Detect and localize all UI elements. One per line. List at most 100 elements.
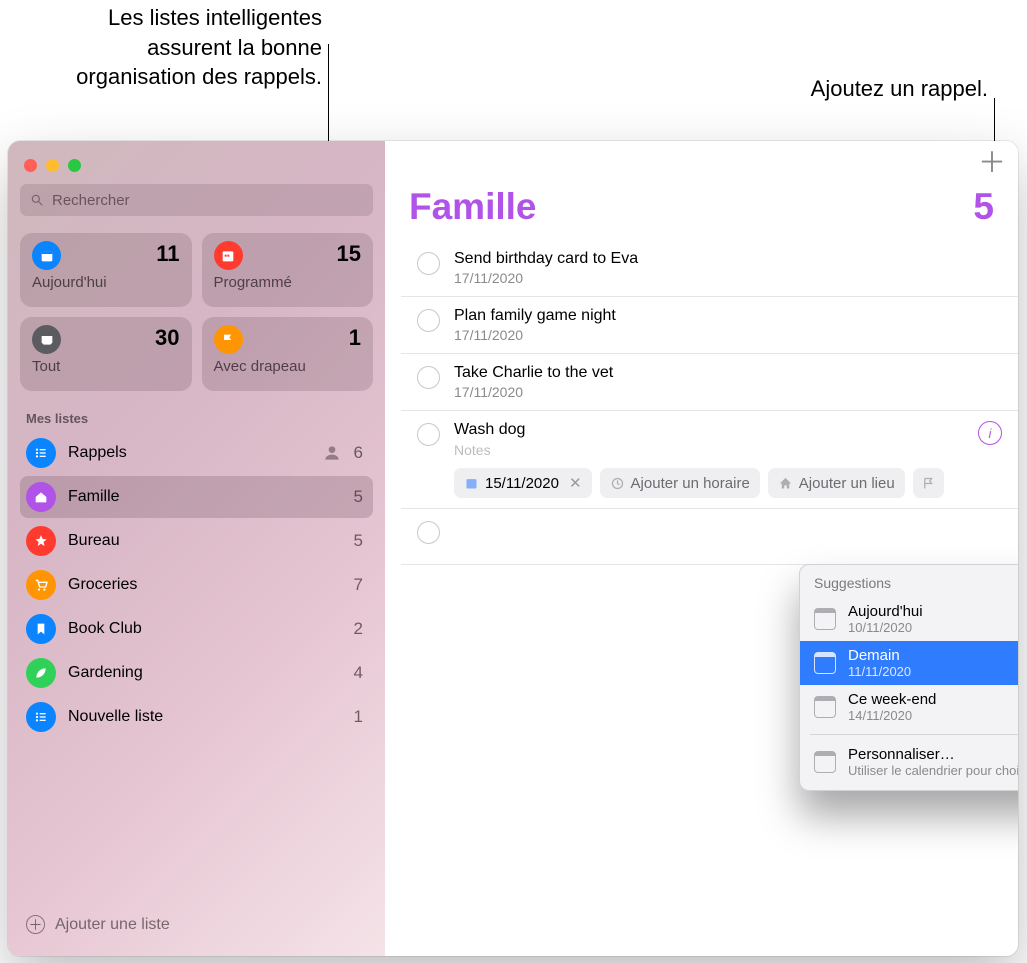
smart-list-count: 11 <box>156 241 179 267</box>
calendar-icon <box>214 241 243 270</box>
smart-list-today[interactable]: 11 Aujourd'hui <box>20 233 192 307</box>
suggestion-sub: Utiliser le calendrier pour choisir une … <box>848 763 1018 778</box>
complete-checkbox[interactable] <box>417 423 440 446</box>
reminder-row-editing[interactable]: Wash dog Notes 15/11/2020 ✕ Ajouter un h… <box>401 411 1018 509</box>
sidebar-list-bureau[interactable]: Bureau 5 <box>20 520 373 562</box>
suggestion-label: Aujourd'hui <box>848 603 923 620</box>
calendar-icon <box>814 652 836 674</box>
add-time-chip[interactable]: Ajouter un horaire <box>600 468 760 498</box>
clock-icon <box>610 476 625 491</box>
smart-list-count: 30 <box>155 325 179 351</box>
list-count: 2 <box>354 619 363 639</box>
sidebar-list-gardening[interactable]: Gardening 4 <box>20 652 373 694</box>
reminder-date: 17/11/2020 <box>454 327 1002 343</box>
search-input[interactable]: Rechercher <box>20 184 373 216</box>
smart-list-label: Tout <box>32 358 180 375</box>
minimize-window-button[interactable] <box>46 159 59 172</box>
user-lists: Rappels 6 Famille 5 Bureau 5 Groceries 7 <box>20 432 373 738</box>
complete-checkbox[interactable] <box>417 521 440 544</box>
reminders-list: Send birthday card to Eva 17/11/2020 Pla… <box>385 240 1018 565</box>
reminder-row[interactable]: Send birthday card to Eva 17/11/2020 <box>401 240 1018 297</box>
reminder-row-empty[interactable] <box>401 509 1018 565</box>
fullscreen-window-button[interactable] <box>68 159 81 172</box>
reminder-date: 17/11/2020 <box>454 384 1002 400</box>
list-name: Book Club <box>68 620 342 638</box>
flag-icon <box>214 325 243 354</box>
main-panel: ＋ Famille 5 Send birthday card to Eva 17… <box>385 141 1018 956</box>
smart-list-count: 1 <box>349 325 361 351</box>
smart-list-label: Avec drapeau <box>214 358 362 375</box>
date-chip[interactable]: 15/11/2020 ✕ <box>454 468 592 498</box>
suggestions-heading: Suggestions <box>800 571 1018 597</box>
list-count: 4 <box>354 663 363 683</box>
add-location-chip[interactable]: Ajouter un lieu <box>768 468 905 498</box>
sidebar: Rechercher 11 Aujourd'hui 15 <box>8 141 385 956</box>
close-window-button[interactable] <box>24 159 37 172</box>
callout-add-reminder: Ajoutez un rappel. <box>726 74 988 104</box>
sidebar-list-bookclub[interactable]: Book Club 2 <box>20 608 373 650</box>
leaf-icon <box>26 658 56 688</box>
complete-checkbox[interactable] <box>417 252 440 275</box>
list-header-count: 5 <box>973 186 994 228</box>
flag-icon <box>921 476 936 491</box>
smart-list-all[interactable]: 30 Tout <box>20 317 192 391</box>
callout-smartlists: Les listes intelligentes assurent la bon… <box>40 3 322 92</box>
home-icon <box>26 482 56 512</box>
suggestion-today[interactable]: Aujourd'hui10/11/2020 <box>800 597 1018 641</box>
reminders-window: Rechercher 11 Aujourd'hui 15 <box>8 141 1018 956</box>
inbox-icon <box>32 325 61 354</box>
complete-checkbox[interactable] <box>417 309 440 332</box>
suggestion-weekend[interactable]: Ce week-end14/11/2020 <box>800 685 1018 729</box>
list-count: 5 <box>354 487 363 507</box>
sidebar-list-rappels[interactable]: Rappels 6 <box>20 432 373 474</box>
star-icon <box>26 526 56 556</box>
list-name: Bureau <box>68 532 342 550</box>
suggestion-sub: 10/11/2020 <box>848 620 923 635</box>
shared-icon <box>322 443 342 463</box>
calendar-today-icon <box>32 241 61 270</box>
flag-chip[interactable] <box>913 468 944 498</box>
location-icon <box>778 476 793 491</box>
search-icon <box>30 193 44 207</box>
complete-checkbox[interactable] <box>417 366 440 389</box>
calendar-icon <box>814 608 836 630</box>
smart-list-count: 15 <box>337 241 361 267</box>
bookmark-icon <box>26 614 56 644</box>
notes-input[interactable]: Notes <box>454 442 964 458</box>
reminder-title: Plan family game night <box>454 307 1002 325</box>
list-count: 5 <box>354 531 363 551</box>
list-count: 6 <box>354 443 363 463</box>
sidebar-list-groceries[interactable]: Groceries 7 <box>20 564 373 606</box>
smart-lists-grid: 11 Aujourd'hui 15 Programmé 30 <box>20 233 373 391</box>
date-suggestions-popover: Suggestions Aujourd'hui10/11/2020 Demain… <box>799 564 1018 791</box>
add-reminder-button[interactable]: ＋ <box>978 147 1006 175</box>
reminder-title[interactable]: Wash dog <box>454 421 964 439</box>
sidebar-list-famille[interactable]: Famille 5 <box>20 476 373 518</box>
suggestion-custom[interactable]: Personnaliser…Utiliser le calendrier pou… <box>800 740 1018 784</box>
smart-list-scheduled[interactable]: 15 Programmé <box>202 233 374 307</box>
info-button[interactable]: i <box>978 421 1002 445</box>
cart-icon <box>26 570 56 600</box>
suggestion-label: Ce week-end <box>848 691 936 708</box>
reminder-row[interactable]: Plan family game night 17/11/2020 <box>401 297 1018 354</box>
separator <box>810 734 1018 735</box>
reminder-row[interactable]: Take Charlie to the vet 17/11/2020 <box>401 354 1018 411</box>
list-header: Famille 5 <box>385 141 1018 240</box>
smart-list-flagged[interactable]: 1 Avec drapeau <box>202 317 374 391</box>
suggestion-tomorrow[interactable]: Demain11/11/2020 <box>800 641 1018 685</box>
add-list-button[interactable]: ＋ Ajouter une liste <box>20 903 373 946</box>
reminder-date: 17/11/2020 <box>454 270 1002 286</box>
calendar-icon <box>814 696 836 718</box>
add-list-label: Ajouter une liste <box>55 916 170 934</box>
list-name: Rappels <box>68 444 310 462</box>
clear-date-icon[interactable]: ✕ <box>569 474 582 492</box>
smart-list-label: Programmé <box>214 274 362 291</box>
sidebar-list-new[interactable]: Nouvelle liste 1 <box>20 696 373 738</box>
list-bullet-icon <box>26 438 56 468</box>
suggestion-sub: 14/11/2020 <box>848 708 936 723</box>
list-bullet-icon <box>26 702 56 732</box>
list-title: Famille <box>409 186 537 228</box>
window-controls <box>20 151 373 184</box>
chip-label: Ajouter un horaire <box>631 475 750 492</box>
mylists-heading: Mes listes <box>26 411 373 426</box>
